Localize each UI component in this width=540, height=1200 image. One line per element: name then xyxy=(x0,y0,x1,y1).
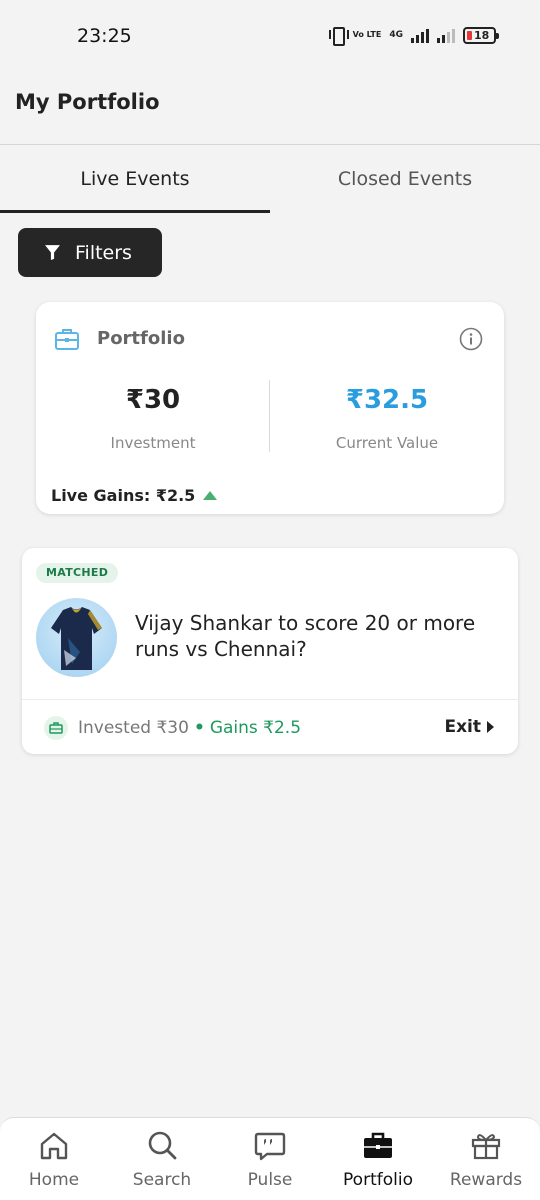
nav-portfolio-label: Portfolio xyxy=(343,1170,413,1190)
gift-icon xyxy=(471,1134,501,1160)
briefcase-icon xyxy=(364,1132,392,1158)
current-value-section: ₹32.5 Current Value xyxy=(270,382,504,452)
nav-rewards[interactable]: Rewards xyxy=(432,1118,540,1200)
vibrate-icon xyxy=(328,26,349,46)
signal-icon xyxy=(411,27,429,43)
caret-right-icon xyxy=(487,721,494,733)
search-icon xyxy=(148,1131,177,1160)
wallet-icon xyxy=(44,716,68,740)
filter-icon xyxy=(45,245,60,260)
investment-label: Investment xyxy=(110,434,196,452)
battery-level: 18 xyxy=(474,28,490,42)
nav-search[interactable]: Search xyxy=(108,1118,216,1200)
invested-amount: Invested ₹30 xyxy=(78,718,189,738)
volte-icon: Vo LTE xyxy=(352,30,382,39)
status-time: 23:25 xyxy=(77,25,132,47)
info-icon[interactable] xyxy=(459,327,483,351)
status-badge: MATCHED xyxy=(36,563,119,583)
investment-section: ₹30 Investment xyxy=(36,382,270,452)
briefcase-icon xyxy=(55,329,79,350)
home-icon xyxy=(40,1132,68,1160)
nav-rewards-label: Rewards xyxy=(449,1170,523,1190)
nav-portfolio[interactable]: Portfolio xyxy=(324,1118,432,1200)
portfolio-summary-card: Portfolio ₹30 Investment ₹32.5 Current V… xyxy=(36,302,504,514)
event-tabs: Live Events Closed Events xyxy=(0,145,540,213)
status-bar: 23:25 Vo LTE 4G 18 xyxy=(0,0,540,72)
bottom-nav: Home Search Pulse Portfolio Rewards xyxy=(0,1117,540,1200)
live-gains: Live Gains: ₹2.5 xyxy=(51,486,218,505)
signal-icon-2 xyxy=(437,27,455,43)
event-question[interactable]: Vijay Shankar to score 20 or more runs v… xyxy=(135,610,505,662)
separator-dot: • xyxy=(193,718,205,738)
filters-button[interactable]: Filters xyxy=(18,228,162,277)
exit-label: Exit xyxy=(444,717,481,737)
tab-live-events[interactable]: Live Events xyxy=(0,145,270,213)
jersey-icon xyxy=(51,607,102,670)
battery-icon: 18 xyxy=(463,26,499,44)
status-icons: Vo LTE 4G 18 xyxy=(328,26,499,46)
jersey-image xyxy=(36,598,117,677)
nav-home[interactable]: Home xyxy=(0,1118,108,1200)
event-card-divider xyxy=(22,699,518,700)
network-type-icon: 4G xyxy=(389,30,403,40)
nav-pulse-label: Pulse xyxy=(247,1170,293,1190)
filters-label: Filters xyxy=(75,241,132,264)
up-arrow-icon xyxy=(203,491,218,500)
gains-amount: Gains ₹2.5 xyxy=(209,718,302,738)
briefcase-small-icon xyxy=(49,722,63,734)
current-value-label: Current Value xyxy=(335,434,439,452)
investment-value: ₹30 xyxy=(125,385,181,415)
page-title: My Portfolio xyxy=(15,90,160,114)
portfolio-title: Portfolio xyxy=(97,328,185,349)
nav-home-label: Home xyxy=(28,1170,80,1190)
nav-pulse[interactable]: Pulse xyxy=(216,1118,324,1200)
tab-closed-events[interactable]: Closed Events xyxy=(270,145,540,213)
exit-button[interactable]: Exit xyxy=(444,717,494,737)
event-summary: Invested ₹30 • Gains ₹2.5 xyxy=(44,716,301,740)
current-value: ₹32.5 xyxy=(345,385,429,415)
pulse-icon xyxy=(254,1132,286,1161)
nav-search-label: Search xyxy=(132,1170,192,1190)
event-card[interactable]: MATCHED Vijay Shankar to score 20 or mor… xyxy=(22,548,518,754)
live-gains-text: Live Gains: ₹2.5 xyxy=(51,486,196,505)
